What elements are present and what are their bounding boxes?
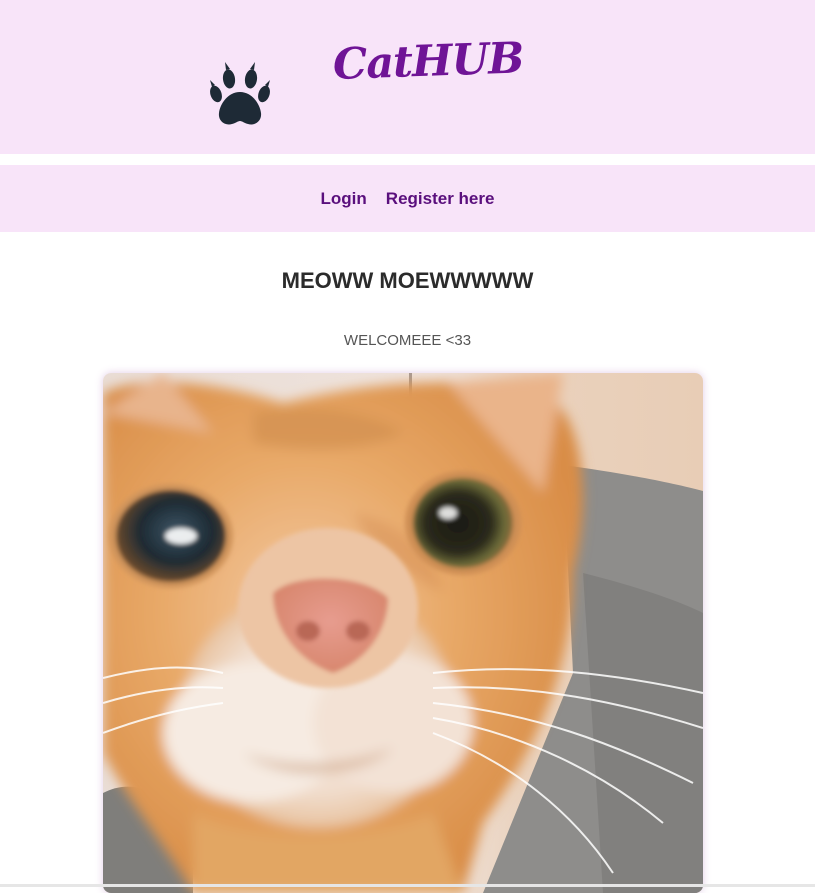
page-heading: MEOWW MOEWWWWW bbox=[281, 268, 534, 293]
cat-photo bbox=[103, 373, 703, 893]
welcome-text: WELCOMEEE <33 bbox=[343, 332, 472, 349]
register-link[interactable]: Register here bbox=[386, 189, 495, 209]
site-header: CatHUB bbox=[0, 0, 815, 154]
cat-photo-image bbox=[103, 373, 703, 893]
paw-print-icon bbox=[210, 62, 270, 125]
login-link[interactable]: Login bbox=[321, 189, 367, 209]
main-nav: Login Register here bbox=[0, 165, 815, 232]
brand-logo-text[interactable]: CatHUB bbox=[332, 33, 524, 90]
